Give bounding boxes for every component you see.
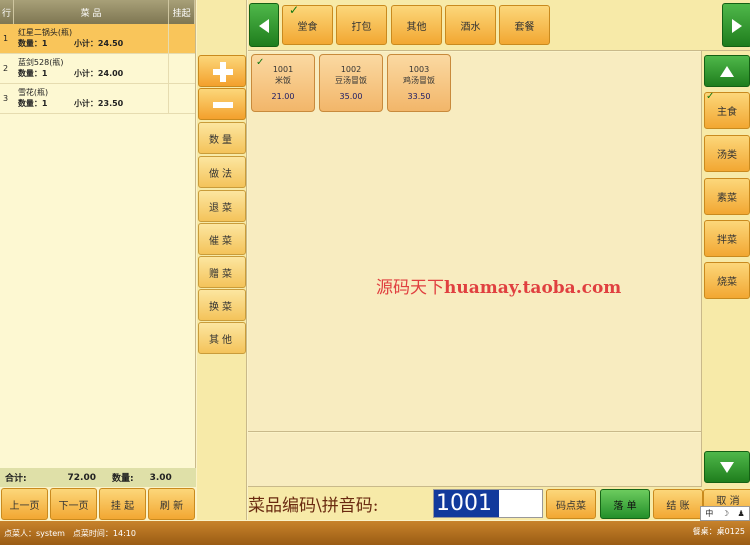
minus-icon: [213, 102, 233, 108]
decrease-button[interactable]: [198, 88, 246, 120]
order-row-qty: 数量：1: [17, 69, 48, 78]
status-bar: 点菜人：system 点菜时间：14:10 餐桌：桌0125: [0, 521, 750, 545]
order-row[interactable]: 2 蓝剑528(瓶) 数量：1 小计：24.00: [0, 54, 195, 84]
increase-button[interactable]: [198, 55, 246, 87]
category-prev-button[interactable]: [249, 3, 279, 47]
subcategory-staple[interactable]: ✓ 主食: [704, 91, 750, 129]
dish-code: 1002: [340, 65, 362, 74]
watermark: 源码天下huamay.taoba.com: [376, 278, 622, 298]
arrow-left-icon: [259, 19, 269, 33]
subcategory-column: ✓ 主食 汤类 素菜 拌菜 烧菜: [701, 51, 750, 487]
order-row-subtotal: 小计：24.50: [73, 39, 124, 48]
action-column: 数量 做法 退菜 催菜 赠菜 换菜 其他: [197, 0, 247, 520]
refresh-button[interactable]: 刷 新: [148, 488, 195, 520]
order-header: 行 菜 品 挂起: [0, 0, 196, 24]
dish-card[interactable]: 1003 鸡汤冒饭 33.50: [387, 54, 451, 112]
method-button[interactable]: 做法: [198, 156, 246, 188]
arrow-right-icon: [732, 19, 742, 33]
check-icon: ✓: [289, 3, 300, 17]
order-row-hold: [169, 54, 195, 83]
code-input-label: 菜品编码\拼音码:: [248, 496, 379, 516]
code-input-value: 1001: [434, 490, 499, 517]
order-row-name: 蓝剑528(瓶): [17, 58, 64, 67]
dish-name: 米饭: [275, 76, 291, 85]
dish-price: 35.00: [339, 92, 363, 101]
dish-price: 21.00: [271, 92, 295, 101]
urge-dish-button[interactable]: 催菜: [198, 223, 246, 255]
order-row-hold: [169, 84, 195, 113]
count-label: 数量:: [112, 474, 134, 484]
order-row-qty: 数量：1: [17, 39, 48, 48]
subcategory-soup[interactable]: 汤类: [704, 135, 750, 172]
order-row-qty: 数量：1: [17, 99, 48, 108]
order-row-hold: [169, 24, 195, 53]
order-row-subtotal: 小计：24.00: [73, 69, 124, 78]
plus-icon: [213, 62, 233, 82]
gift-dish-button[interactable]: 赠菜: [198, 256, 246, 288]
header-dish: 菜 品: [14, 0, 170, 24]
dish-grid: ✓ 1001 米饭 21.00 1002 豆汤冒饭 35.00 1003 鸡汤冒…: [248, 52, 701, 432]
order-row-subtotal: 小计：23.50: [73, 99, 124, 108]
check-icon: ✓: [256, 57, 265, 68]
arrow-up-icon: [720, 66, 734, 77]
status-user: 点菜人：system: [4, 528, 65, 538]
dish-price: 33.50: [407, 92, 431, 101]
header-hold: 挂起: [169, 0, 196, 24]
dish-card[interactable]: ✓ 1001 米饭 21.00: [251, 54, 315, 112]
status-time: 点菜时间：14:10: [72, 528, 136, 538]
next-page-button[interactable]: 下一页: [50, 488, 97, 520]
category-bar: ✓ 堂食 打包 其他 酒水 套餐: [248, 0, 750, 51]
tab-takeaway[interactable]: 打包: [336, 5, 387, 45]
hold-button[interactable]: 挂 起: [99, 488, 146, 520]
total-label: 合计:: [5, 474, 27, 484]
tab-dine-in[interactable]: ✓ 堂食: [282, 3, 333, 45]
order-row-index: 3: [3, 94, 9, 103]
arrow-down-icon: [720, 462, 734, 473]
code-order-button[interactable]: 码点菜: [546, 489, 596, 519]
subcategory-down-button[interactable]: [704, 451, 750, 483]
subcategory-cold-dish[interactable]: 拌菜: [704, 220, 750, 257]
order-row-name: 红星二锅头(瓶): [17, 28, 73, 37]
subcategory-vegetable[interactable]: 素菜: [704, 178, 750, 215]
status-table: 餐桌：桌0125: [692, 527, 745, 536]
input-bar: 菜品编码\拼音码: 1001 码点菜 落 单 结 账 取 消: [248, 487, 750, 520]
send-order-button[interactable]: 落 单: [600, 489, 650, 519]
count-value: 3.00: [149, 472, 172, 483]
prev-page-button[interactable]: 上一页: [1, 488, 48, 520]
header-index: 行: [0, 0, 14, 24]
order-row[interactable]: 1 红星二锅头(瓶) 数量：1 小计：24.50: [0, 24, 195, 54]
ime-indicator[interactable]: 中 ☽ ♟: [700, 506, 750, 521]
total-value: 72.00: [67, 472, 96, 483]
tab-other[interactable]: 其他: [391, 5, 442, 45]
category-next-button[interactable]: [722, 3, 750, 47]
note-area: [248, 433, 701, 487]
order-row[interactable]: 3 雪花(瓶) 数量：1 小计：23.50: [0, 84, 195, 114]
dish-name: 鸡汤冒饭: [403, 76, 435, 85]
other-action-button[interactable]: 其他: [198, 322, 246, 354]
moon-icon: ☽: [721, 509, 729, 518]
dish-code: 1003: [408, 65, 430, 74]
order-row-index: 2: [3, 64, 9, 73]
user-icon: ♟: [737, 509, 745, 518]
quantity-button[interactable]: 数量: [198, 122, 246, 154]
nav-buttons: 上一页 下一页 挂 起 刷 新: [0, 488, 196, 520]
subcategory-up-button[interactable]: [704, 55, 750, 87]
tab-drinks[interactable]: 酒水: [445, 5, 496, 45]
order-row-name: 雪花(瓶): [17, 88, 49, 97]
subcategory-braised[interactable]: 烧菜: [704, 262, 750, 299]
return-dish-button[interactable]: 退菜: [198, 190, 246, 222]
order-panel: 行 菜 品 挂起 1 红星二锅头(瓶) 数量：1 小计：24.50 2 蓝剑528…: [0, 0, 196, 487]
order-row-index: 1: [3, 34, 9, 43]
ime-mode: 中: [705, 509, 714, 518]
checkout-button[interactable]: 结 账: [653, 489, 703, 519]
check-icon: ✓: [706, 91, 715, 102]
dish-card[interactable]: 1002 豆汤冒饭 35.00: [319, 54, 383, 112]
change-dish-button[interactable]: 换菜: [198, 289, 246, 321]
order-footer: 合计: 72.00 数量: 3.00: [0, 468, 196, 487]
tab-set-meal[interactable]: 套餐: [499, 5, 550, 45]
dish-name: 豆汤冒饭: [335, 76, 367, 85]
